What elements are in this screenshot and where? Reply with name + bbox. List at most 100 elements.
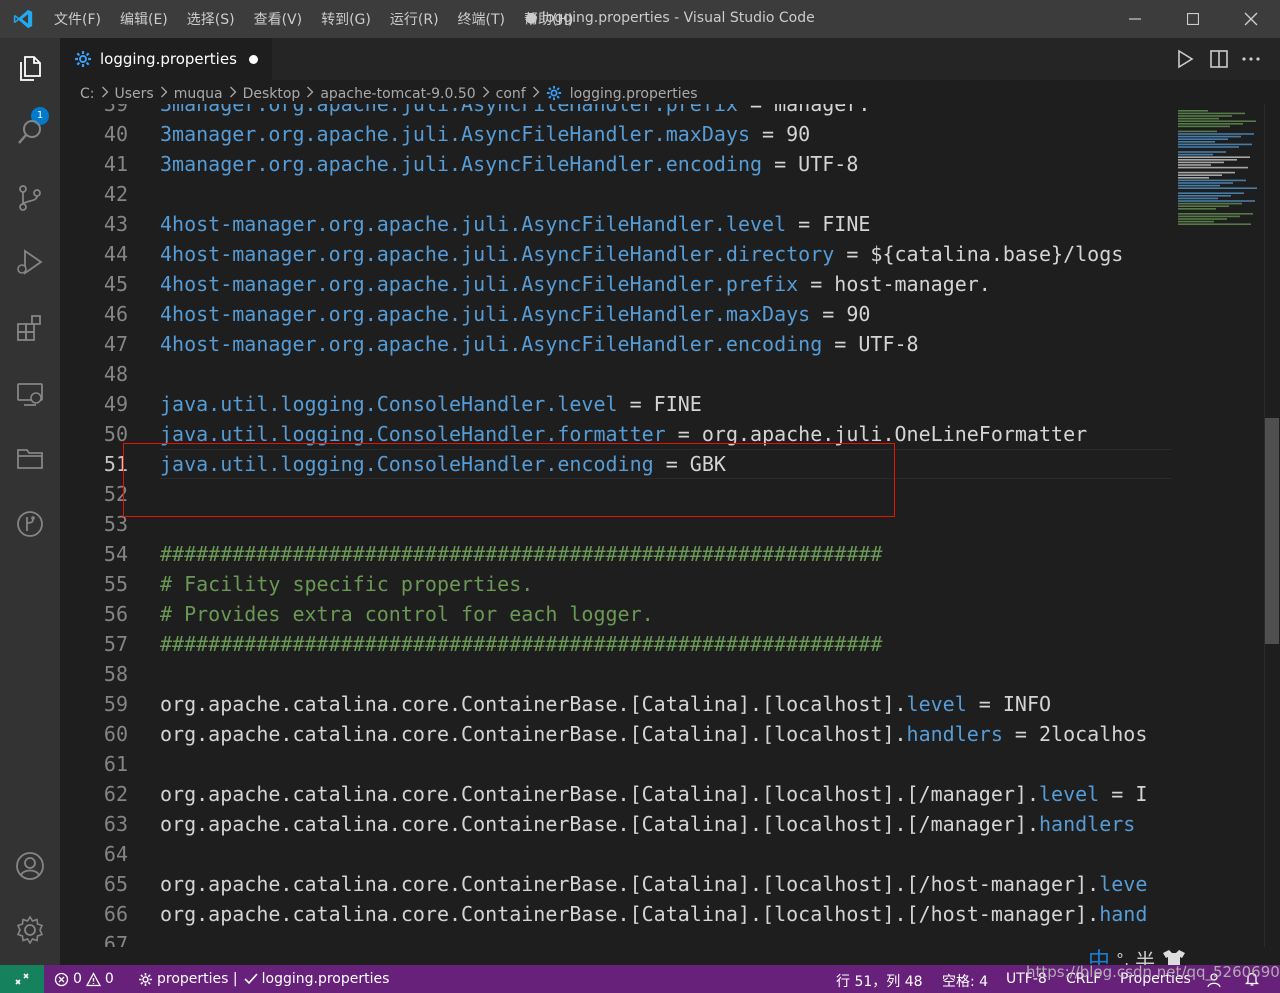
line-number: 51 <box>103 452 128 476</box>
line-number: 65 <box>103 872 128 896</box>
property-key: leve <box>1099 872 1148 896</box>
code-line[interactable]: 47 4host-manager.org.apache.juli.AsyncFil… <box>60 329 1172 359</box>
comment-text: ########################################… <box>160 542 883 566</box>
vertical-scrollbar-thumb[interactable] <box>1265 418 1279 644</box>
code-text: 4host-manager.org.apache.juli.AsyncFileH… <box>160 239 1123 269</box>
line-number: 45 <box>103 272 128 296</box>
source-control-icon[interactable] <box>14 182 46 214</box>
property-key: level <box>1039 782 1100 806</box>
code-line[interactable]: 62 org.apache.catalina.core.ContainerBase… <box>60 779 1172 809</box>
line-number: 53 <box>103 512 128 536</box>
indentation[interactable]: 空格: 4 <box>942 971 988 991</box>
code-line[interactable]: 41 3manager.org.apache.juli.AsyncFileHand… <box>60 149 1172 179</box>
comment-text: # Facility specific properties. <box>160 572 534 596</box>
close-button[interactable] <box>1222 0 1280 38</box>
line-number: 44 <box>103 242 128 266</box>
settings-gear-icon[interactable] <box>14 914 46 946</box>
code-text: 4host-manager.org.apache.juli.AsyncFileH… <box>160 269 991 299</box>
code-line[interactable]: 40 3manager.org.apache.juli.AsyncFileHand… <box>60 119 1172 149</box>
tab-bar: logging.properties <box>60 38 1280 80</box>
line-number: 67 <box>103 932 128 947</box>
run-icon[interactable] <box>1174 48 1196 70</box>
more-actions-icon[interactable] <box>1240 48 1262 70</box>
search-icon[interactable] <box>14 116 46 148</box>
line-number: 55 <box>103 572 128 596</box>
code-line[interactable]: 60 org.apache.catalina.core.ContainerBase… <box>60 719 1172 749</box>
code-text: org.apache.catalina.core.ContainerBase.[… <box>160 899 1147 929</box>
code-line[interactable]: 58 <box>60 659 1172 689</box>
code-text: 4host-manager.org.apache.juli.AsyncFileH… <box>160 329 919 359</box>
code-line[interactable]: 55 # Facility specific properties. <box>60 569 1172 599</box>
file-label: logging.properties <box>261 971 390 987</box>
line-number: 52 <box>103 482 128 506</box>
breadcrumb-item[interactable]: muqua <box>174 86 223 102</box>
properties-status[interactable]: properties | logging.properties <box>138 971 389 987</box>
minimize-icon <box>1129 18 1141 20</box>
code-editor[interactable]: 39 3manager.org.apache.juli.AsyncFileHand… <box>60 104 1172 947</box>
code-text: ########################################… <box>160 629 882 659</box>
code-line[interactable]: 66 org.apache.catalina.core.ContainerBase… <box>60 899 1172 929</box>
code-line[interactable]: 64 <box>60 839 1172 869</box>
folder-icon[interactable] <box>14 442 46 474</box>
breadcrumb-item[interactable]: apache-tomcat-9.0.50 <box>320 86 475 102</box>
property-key: 4host-manager.org.apache.juli.AsyncFileH… <box>160 332 823 356</box>
code-line[interactable]: 45 4host-manager.org.apache.juli.AsyncFil… <box>60 269 1172 299</box>
cursor-position[interactable]: 行 51，列 48 <box>836 971 923 991</box>
tab-logging-properties[interactable]: logging.properties <box>60 38 272 80</box>
breadcrumb-item[interactable]: conf <box>496 86 526 102</box>
line-number: 54 <box>103 542 128 566</box>
breadcrumb-item[interactable]: C: <box>80 86 95 102</box>
code-line[interactable]: 59 org.apache.catalina.core.ContainerBase… <box>60 689 1172 719</box>
line-number: 48 <box>103 362 128 386</box>
code-line[interactable]: 43 4host-manager.org.apache.juli.AsyncFil… <box>60 209 1172 239</box>
line-number: 56 <box>103 602 128 626</box>
split-editor-icon[interactable] <box>1208 48 1230 70</box>
line-number: 59 <box>103 692 128 716</box>
remote-indicator[interactable] <box>0 965 44 993</box>
git-graph-icon[interactable] <box>14 508 46 540</box>
minimap[interactable] <box>1172 104 1264 947</box>
line-number: 49 <box>103 392 128 416</box>
run-debug-icon[interactable] <box>14 246 46 278</box>
code-line[interactable]: 39 3manager.org.apache.juli.AsyncFileHand… <box>60 104 1172 119</box>
unsaved-dot-icon[interactable] <box>249 55 258 64</box>
line-number: 63 <box>103 812 128 836</box>
code-line[interactable]: 56 # Provides extra control for each logg… <box>60 599 1172 629</box>
breadcrumb-item[interactable]: logging.properties <box>570 86 698 102</box>
value-text: = FINE <box>617 392 702 416</box>
breadcrumb-item[interactable]: Users <box>115 86 154 102</box>
property-key: java.util.logging.ConsoleHandler.level <box>160 392 618 416</box>
problems-indicator[interactable]: 0 0 <box>54 971 114 987</box>
line-number: 61 <box>103 752 128 776</box>
property-key: 4host-manager.org.apache.juli.AsyncFileH… <box>160 212 787 236</box>
tab-label: logging.properties <box>100 50 237 68</box>
files-icon[interactable] <box>14 52 46 84</box>
remote-explorer-icon[interactable] <box>14 378 46 410</box>
code-line[interactable]: 57 ######################################… <box>60 629 1172 659</box>
code-line[interactable]: 42 <box>60 179 1172 209</box>
property-key: handlers <box>1039 812 1136 836</box>
maximize-button[interactable] <box>1164 0 1222 38</box>
line-number: 50 <box>103 422 128 446</box>
code-line[interactable]: 49 java.util.logging.ConsoleHandler.level… <box>60 389 1172 419</box>
code-line[interactable]: 46 4host-manager.org.apache.juli.AsyncFil… <box>60 299 1172 329</box>
minimize-button[interactable] <box>1106 0 1164 38</box>
code-text: ########################################… <box>160 539 882 569</box>
value-text: org.apache.catalina.core.ContainerBase.[… <box>160 872 1100 896</box>
chevron-right-icon <box>229 86 237 102</box>
code-line[interactable]: 61 <box>60 749 1172 779</box>
annotation-highlight-box <box>123 443 895 517</box>
code-line[interactable]: 63 org.apache.catalina.core.ContainerBase… <box>60 809 1172 839</box>
code-line[interactable]: 48 <box>60 359 1172 389</box>
warning-icon <box>85 971 101 986</box>
code-line[interactable]: 65 org.apache.catalina.core.ContainerBase… <box>60 869 1172 899</box>
error-count: 0 <box>73 971 82 987</box>
code-line[interactable]: 67 <box>60 929 1172 947</box>
code-line[interactable]: 54 ######################################… <box>60 539 1172 569</box>
error-icon <box>54 972 69 986</box>
value-text: = 2localhos <box>1002 722 1148 746</box>
account-icon[interactable] <box>14 850 46 882</box>
breadcrumb-item[interactable]: Desktop <box>243 86 301 102</box>
code-line[interactable]: 44 4host-manager.org.apache.juli.AsyncFil… <box>60 239 1172 269</box>
extensions-icon[interactable] <box>14 312 46 344</box>
